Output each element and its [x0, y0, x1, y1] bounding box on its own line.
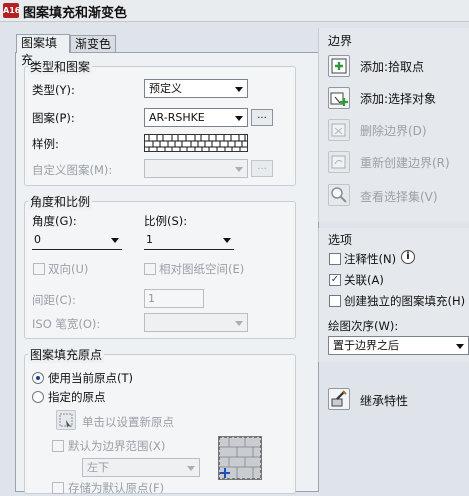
chevron-down-icon — [235, 87, 243, 92]
type-pattern-group-title: 类型和图案 — [28, 58, 93, 75]
view-selection-label[interactable]: 查看选择集(V) — [360, 188, 438, 205]
scale-value: 1 — [146, 233, 153, 246]
default-boundary-label: 默认为边界范围(X) — [68, 439, 166, 453]
info-icon[interactable]: i — [401, 250, 415, 264]
add-pick-point-icon — [331, 58, 347, 74]
default-boundary-checkbox[interactable] — [52, 440, 64, 452]
scale-label: 比例(S): — [144, 214, 188, 228]
chevron-down-icon — [235, 116, 243, 121]
custom-pattern-browse-button[interactable]: ... — [251, 160, 273, 177]
recreate-boundary-label[interactable]: 重新创建边界(R) — [360, 154, 450, 171]
brick-preview-graphic — [218, 436, 262, 480]
associative-checkbox[interactable]: ✓ — [329, 274, 341, 286]
inherit-properties-label[interactable]: 继承特性 — [360, 392, 408, 409]
pattern-select[interactable]: AR-RSHKE — [144, 108, 248, 127]
chevron-down-icon — [187, 466, 195, 471]
set-origin-button[interactable] — [56, 410, 76, 430]
type-select-value: 预定义 — [149, 82, 182, 95]
swatch-label: 样例: — [32, 137, 59, 151]
pattern-label: 图案(P): — [32, 111, 75, 125]
iso-pen-width-label: ISO 笔宽(O): — [32, 317, 101, 331]
relative-paper-checkbox[interactable] — [144, 263, 156, 275]
specified-origin-label: 指定的原点 — [48, 390, 106, 404]
specified-origin-radio[interactable] — [32, 391, 44, 403]
pattern-browse-button[interactable]: ... — [251, 109, 273, 126]
magnifier-icon — [331, 187, 347, 203]
recreate-boundary-icon — [331, 155, 346, 169]
remove-boundary-label[interactable]: 删除边界(D) — [360, 122, 427, 139]
brush-icon — [331, 390, 347, 407]
custom-pattern-label: 自定义图案(M): — [32, 163, 113, 177]
spacing-label: 间距(C): — [32, 293, 76, 307]
tab-hatch[interactable]: 图案填充 — [16, 34, 70, 67]
store-default-origin-label: 存储为默认原点(F) — [68, 481, 165, 495]
scale-select[interactable]: 1 — [144, 231, 234, 250]
chevron-down-icon — [235, 167, 243, 172]
type-select[interactable]: 预定义 — [144, 79, 248, 98]
spacing-field[interactable]: 1 — [144, 289, 204, 308]
brick-pattern-swatch-graphic — [145, 135, 247, 151]
angle-scale-group-title: 角度和比例 — [28, 193, 93, 210]
origin-preview — [218, 436, 262, 480]
crosshair-cursor-icon — [59, 413, 73, 428]
draw-order-value: 置于边界之后 — [333, 339, 399, 352]
angle-select[interactable]: 0 — [32, 231, 122, 250]
options-section-title: 选项 — [328, 233, 353, 247]
click-set-origin-label: 单击以设置新原点 — [82, 415, 174, 429]
pattern-swatch[interactable] — [144, 134, 248, 152]
annotative-checkbox[interactable] — [329, 253, 341, 265]
pattern-select-value: AR-RSHKE — [149, 111, 205, 124]
store-default-origin-checkbox[interactable] — [52, 482, 64, 494]
add-pick-point-label[interactable]: 添加:拾取点 — [360, 58, 424, 75]
add-select-objects-button[interactable] — [328, 87, 350, 109]
hatch-origin-group-title: 图案填充原点 — [28, 346, 105, 363]
origin-position-value: 左下 — [87, 461, 109, 474]
inherit-properties-button[interactable] — [328, 388, 350, 410]
annotative-label: 注释性(N) — [344, 252, 397, 266]
origin-position-select[interactable]: 左下 — [82, 458, 200, 477]
relative-paper-label: 相对图纸空间(E) — [159, 262, 245, 276]
window-title: 图案填充和渐变色 — [23, 6, 128, 21]
remove-boundary-button[interactable] — [328, 119, 350, 141]
chevron-down-icon — [235, 321, 243, 326]
type-label: 类型(Y): — [32, 83, 75, 97]
boundary-section-title: 边界 — [328, 34, 353, 48]
chevron-down-icon — [111, 238, 119, 243]
chevron-down-icon — [223, 238, 231, 243]
remove-boundary-icon — [331, 123, 346, 137]
separate-hatches-checkbox[interactable] — [329, 295, 341, 307]
use-current-origin-label: 使用当前原点(T) — [48, 371, 133, 385]
view-selection-button[interactable] — [328, 184, 350, 206]
add-select-objects-icon — [330, 92, 348, 106]
use-current-origin-radio[interactable] — [32, 372, 44, 384]
angle-value: 0 — [34, 233, 41, 246]
associative-label: 关联(A) — [344, 273, 384, 287]
add-select-objects-label[interactable]: 添加:选择对象 — [360, 90, 436, 107]
double-label: 双向(U) — [48, 262, 89, 276]
separate-hatches-label: 创建独立的图案填充(H) — [344, 294, 466, 308]
custom-pattern-select[interactable] — [144, 159, 248, 178]
add-pick-point-button[interactable] — [328, 55, 350, 77]
draw-order-label: 绘图次序(W): — [328, 319, 399, 333]
tab-gradient[interactable]: 渐变色 — [70, 35, 116, 53]
iso-pen-width-select[interactable] — [144, 313, 248, 332]
chevron-down-icon — [456, 344, 464, 349]
autocad-app-icon: A16 — [3, 3, 20, 18]
draw-order-select[interactable]: 置于边界之后 — [328, 336, 469, 355]
recreate-boundary-button[interactable] — [328, 151, 350, 173]
angle-label: 角度(G): — [32, 214, 77, 228]
double-checkbox[interactable] — [33, 263, 45, 275]
